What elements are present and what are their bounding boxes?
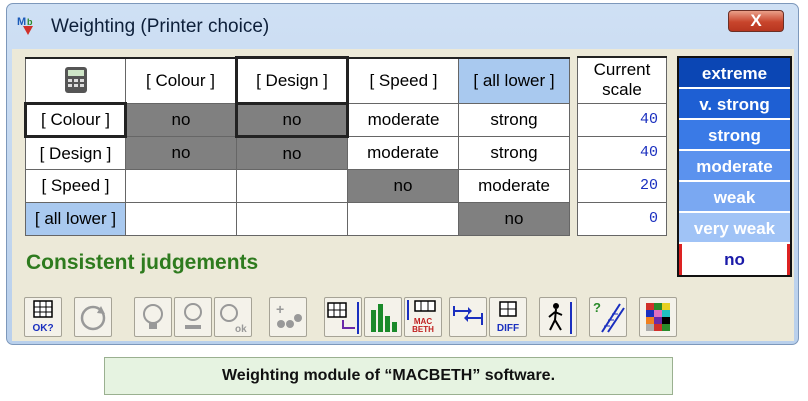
legend-extreme[interactable]: extreme xyxy=(679,58,790,89)
column-header-all-lower[interactable]: [ all lower ] xyxy=(458,56,570,104)
help-ladder-icon: ? xyxy=(593,300,625,333)
svg-text:ok: ok xyxy=(235,324,247,335)
histogram-button[interactable] xyxy=(364,297,402,337)
current-scale-header-line2: scale xyxy=(602,80,642,100)
matrix-cell[interactable]: no xyxy=(458,202,570,236)
calculator-cell[interactable] xyxy=(25,56,126,104)
current-scale-column: Current scale 40 40 20 0 xyxy=(577,56,667,236)
matrix-cell[interactable]: strong xyxy=(458,103,570,137)
close-button[interactable]: X xyxy=(728,10,784,32)
svg-text:?: ? xyxy=(593,300,601,315)
scale-value[interactable]: 40 xyxy=(577,135,667,170)
column-header-colour[interactable]: [ Colour ] xyxy=(125,56,237,104)
check-consistency-button[interactable]: OK? xyxy=(24,297,62,337)
refresh-icon xyxy=(80,305,106,331)
legend-very-weak[interactable]: very weak xyxy=(679,213,790,244)
row-header-design[interactable]: [ Design ] xyxy=(25,136,126,170)
matrix-cell xyxy=(125,169,237,203)
calculator-icon[interactable] xyxy=(64,67,87,94)
matrix-cell[interactable]: no xyxy=(347,169,459,203)
suggest-button[interactable] xyxy=(134,297,172,337)
matrix-cell-selected[interactable]: no xyxy=(235,102,349,138)
judgement-matrix: [ Colour ] [ Design ] [ Speed ] [ all lo… xyxy=(24,56,570,236)
matrix-cell xyxy=(125,202,237,236)
matrix-cell[interactable]: no xyxy=(236,136,348,170)
legend-no[interactable]: no xyxy=(679,244,790,275)
window-title: Weighting (Printer choice) xyxy=(51,16,270,37)
difference-button[interactable]: DIFF xyxy=(489,297,527,337)
suggest-ok-button[interactable]: ok xyxy=(214,297,252,337)
matrix-cell[interactable]: no xyxy=(125,103,237,137)
svg-text:+: + xyxy=(276,301,284,317)
matrix-cell xyxy=(236,169,348,203)
figure-caption: Weighting module of “MACBETH” software. xyxy=(104,357,673,395)
row-header-colour[interactable]: [ Colour ] xyxy=(24,102,127,138)
suggest-plus-button[interactable] xyxy=(174,297,212,337)
interval-button[interactable] xyxy=(449,297,487,337)
matrix-cell xyxy=(236,202,348,236)
bar-chart-icon xyxy=(371,304,397,332)
client-area: [ Colour ] [ Design ] [ Speed ] [ all lo… xyxy=(12,49,794,341)
macbeth-label: MAC BETH xyxy=(412,317,434,334)
row-header-speed[interactable]: [ Speed ] xyxy=(25,169,126,203)
column-header-design[interactable]: [ Design ] xyxy=(235,56,349,105)
scale-value[interactable]: 0 xyxy=(577,201,667,236)
scale-value[interactable]: 40 xyxy=(577,102,667,137)
diff-label: DIFF xyxy=(496,323,520,334)
current-scale-header: Current scale xyxy=(577,56,667,104)
lightbulb-icon xyxy=(143,304,163,329)
table-scale-button[interactable] xyxy=(324,297,362,337)
ok-label: OK? xyxy=(32,323,54,334)
macbeth-scale-button[interactable]: MAC BETH xyxy=(404,297,442,337)
current-scale-header-line1: Current xyxy=(593,60,651,80)
grid-check-icon xyxy=(33,300,53,318)
add-criteria-button[interactable]: + xyxy=(269,297,307,337)
legend-v-strong[interactable]: v. strong xyxy=(679,89,790,120)
interval-arrows-icon xyxy=(453,306,483,325)
legend-strong[interactable]: strong xyxy=(679,120,790,151)
matrix-cell[interactable]: moderate xyxy=(458,169,570,203)
walking-person-icon xyxy=(548,302,572,334)
diff-table-icon xyxy=(499,301,517,317)
table-arrow-icon xyxy=(327,302,359,334)
svg-text:b: b xyxy=(27,17,33,27)
add-group-icon: + xyxy=(276,301,302,328)
consistency-status: Consistent judgements xyxy=(26,251,259,274)
legend-moderate[interactable]: moderate xyxy=(679,151,790,182)
column-header-speed[interactable]: [ Speed ] xyxy=(347,56,459,104)
color-palette-button[interactable] xyxy=(639,297,677,337)
judgement-legend: extreme v. strong strong moderate weak v… xyxy=(677,56,792,277)
color-grid-icon xyxy=(646,303,670,331)
matrix-cell[interactable]: moderate xyxy=(347,136,459,170)
matrix-cell[interactable]: strong xyxy=(458,136,570,170)
matrix-cell[interactable]: no xyxy=(125,136,237,170)
matrix-cell xyxy=(347,202,459,236)
macbeth-app-icon: M b xyxy=(17,16,33,35)
matrix-cell[interactable]: moderate xyxy=(347,103,459,137)
help-button[interactable]: ? xyxy=(589,297,627,337)
row-header-all-lower[interactable]: [ all lower ] xyxy=(25,202,126,236)
lightbulb-plus-icon xyxy=(184,303,202,329)
sensitivity-button[interactable] xyxy=(539,297,577,337)
title-bar[interactable]: M b Weighting (Printer choice) X xyxy=(7,4,798,44)
lightbulb-ok-icon: ok xyxy=(220,304,247,335)
scale-value[interactable]: 20 xyxy=(577,168,667,203)
legend-weak[interactable]: weak xyxy=(679,182,790,213)
weighting-window: M b Weighting (Printer choice) X [ Colou… xyxy=(6,3,799,345)
refresh-button[interactable] xyxy=(74,297,112,337)
